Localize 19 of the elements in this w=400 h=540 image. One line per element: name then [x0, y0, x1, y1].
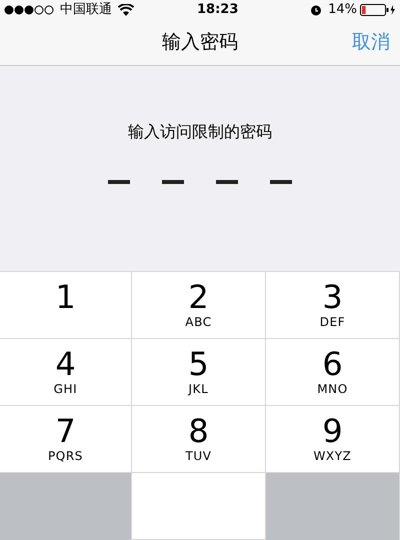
keypad-key[interactable]: 8 TUV [132, 406, 266, 473]
battery-icon [360, 4, 396, 16]
keypad-key[interactable] [132, 473, 266, 540]
keypad-key[interactable]: 4 GHI [0, 339, 132, 406]
keypad-key[interactable]: 6 MNO [266, 339, 400, 406]
keypad-key[interactable]: 9 WXYZ [266, 406, 400, 473]
keypad-key[interactable]: 7 PQRS [0, 406, 132, 473]
clock-time: 18:23 [197, 1, 238, 20]
wifi-icon [118, 4, 134, 16]
prompt-text: 输入访问限制的密码 [128, 121, 272, 144]
keypad-key[interactable]: 5 JKL [132, 339, 266, 406]
nav-title: 输入密码 [162, 30, 238, 56]
keypad-key[interactable]: 1 [0, 272, 132, 339]
keypad-key[interactable]: 3 DEF [266, 272, 400, 339]
signal-icon [4, 4, 56, 15]
carrier-name: 中国联通 [60, 1, 112, 20]
keypad-key[interactable]: 2 ABC [132, 272, 266, 339]
alarm-icon [310, 4, 322, 16]
battery-percent: 14% [328, 1, 357, 20]
